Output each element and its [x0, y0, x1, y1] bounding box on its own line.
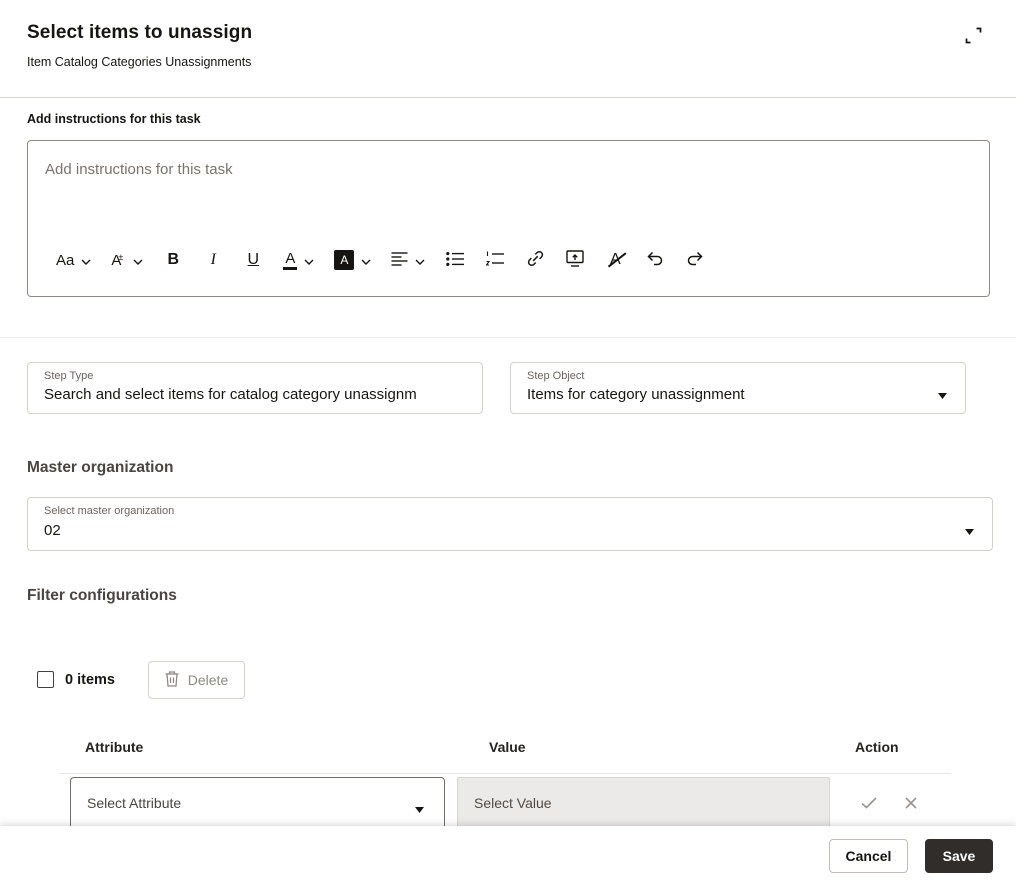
chevron-down-icon: [133, 253, 143, 268]
text-color-icon: A: [283, 251, 297, 270]
highlight-color-dropdown[interactable]: A: [334, 248, 371, 272]
instructions-label: Add instructions for this task: [27, 112, 201, 126]
redo-button[interactable]: [685, 248, 705, 272]
master-organization-value: 02: [44, 522, 958, 539]
column-header-action: Action: [855, 739, 899, 755]
attribute-select-placeholder: Select Attribute: [87, 795, 181, 811]
link-icon: [527, 250, 544, 270]
cancel-row-button[interactable]: [900, 793, 922, 815]
dropdown-arrow-icon: [415, 800, 424, 818]
unassign-task-panel: Select items to unassign Item Catalog Ca…: [0, 0, 1016, 886]
bullet-list-icon: [446, 252, 464, 269]
step-object-label: Step Object: [527, 370, 584, 382]
numbered-list-button[interactable]: [485, 248, 505, 272]
instructions-placeholder: Add instructions for this task: [45, 161, 233, 178]
step-type-field: Step Type Search and select items for ca…: [27, 362, 483, 414]
master-organization-heading: Master organization: [27, 459, 173, 477]
save-button[interactable]: Save: [925, 839, 993, 873]
step-object-value: Items for category unassignment: [527, 386, 931, 403]
header-divider: [0, 97, 1016, 98]
embed-media-button[interactable]: [565, 248, 585, 272]
font-size-icon: A±: [111, 252, 126, 269]
step-type-value: Search and select items for catalog cate…: [44, 386, 474, 403]
instructions-editor[interactable]: Add instructions for this task Aa A± B I…: [27, 140, 990, 297]
chevron-down-icon: [415, 253, 425, 268]
bullet-list-button[interactable]: [445, 248, 465, 272]
select-all-checkbox[interactable]: [37, 671, 54, 688]
master-organization-select[interactable]: Select master organization 02: [27, 497, 993, 551]
master-organization-label: Select master organization: [44, 505, 174, 517]
link-button[interactable]: [525, 248, 545, 272]
section-divider: [0, 337, 1016, 338]
check-icon: [861, 797, 877, 812]
selection-count: 0 items: [65, 672, 115, 688]
confirm-row-button[interactable]: [858, 793, 880, 815]
font-family-dropdown[interactable]: Aa: [56, 248, 91, 272]
step-object-select[interactable]: Step Object Items for category unassignm…: [510, 362, 966, 414]
bold-button[interactable]: B: [163, 248, 183, 272]
align-dropdown[interactable]: [391, 248, 425, 272]
dropdown-arrow-icon: [938, 386, 947, 404]
clear-formatting-button[interactable]: A: [605, 248, 625, 272]
table-row-divider: [60, 773, 951, 774]
close-icon: [905, 797, 917, 812]
highlight-icon: A: [334, 250, 354, 270]
undo-icon: [645, 251, 665, 269]
value-select-placeholder: Select Value: [474, 795, 552, 811]
trash-icon: [165, 671, 179, 690]
expand-icon: [964, 26, 983, 48]
chevron-down-icon: [304, 253, 314, 268]
italic-button[interactable]: I: [203, 248, 223, 272]
chevron-down-icon: [361, 253, 371, 268]
chevron-down-icon: [81, 253, 91, 268]
italic-icon: I: [211, 251, 216, 269]
footer-bar: Cancel Save: [0, 826, 1016, 886]
editor-toolbar: Aa A± B I U A A: [56, 248, 705, 272]
delete-button-label: Delete: [188, 672, 228, 688]
column-header-value: Value: [489, 739, 526, 755]
undo-button[interactable]: [645, 248, 665, 272]
cancel-button[interactable]: Cancel: [829, 839, 908, 873]
delete-button[interactable]: Delete: [148, 661, 245, 699]
value-select: Select Value: [457, 777, 830, 833]
underline-icon: U: [248, 251, 260, 269]
embed-media-icon: [566, 250, 584, 270]
attribute-select[interactable]: Select Attribute: [70, 777, 445, 833]
bold-icon: B: [168, 251, 180, 269]
expand-button[interactable]: [960, 24, 986, 50]
page-subtitle: Item Catalog Categories Unassignments: [27, 55, 251, 69]
redo-icon: [685, 251, 705, 269]
step-type-label: Step Type: [44, 370, 93, 382]
dropdown-arrow-icon: [965, 522, 974, 540]
numbered-list-icon: [486, 251, 504, 269]
clear-formatting-icon: A: [610, 251, 621, 269]
text-color-dropdown[interactable]: A: [283, 248, 314, 272]
filter-configurations-heading: Filter configurations: [27, 587, 177, 605]
page-title: Select items to unassign: [27, 22, 252, 44]
font-size-dropdown[interactable]: A±: [111, 248, 143, 272]
font-family-icon: Aa: [56, 252, 74, 269]
column-header-attribute: Attribute: [85, 739, 143, 755]
align-left-icon: [391, 252, 408, 269]
underline-button[interactable]: U: [243, 248, 263, 272]
